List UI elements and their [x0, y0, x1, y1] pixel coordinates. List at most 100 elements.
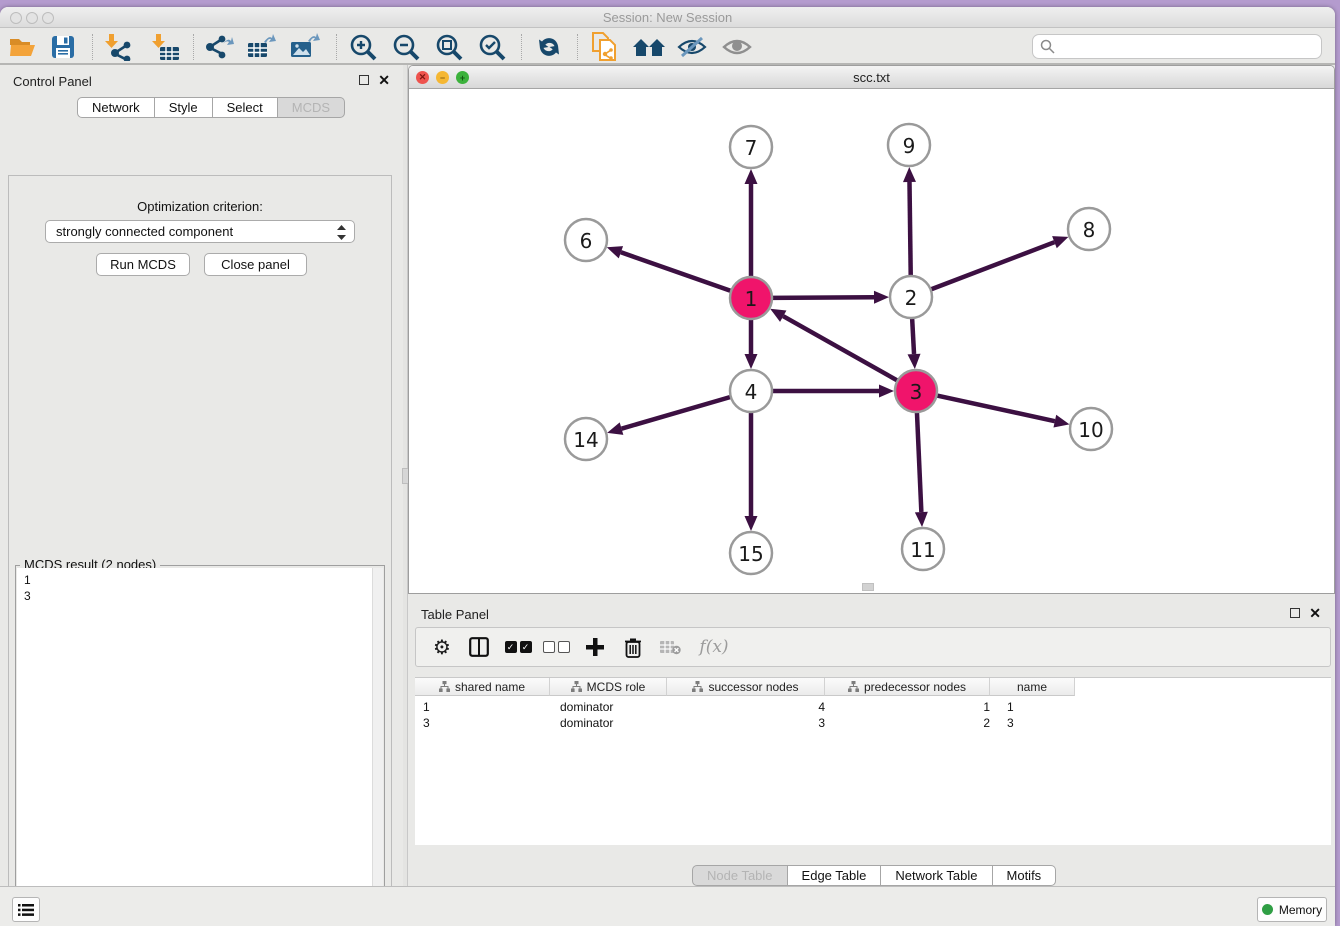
network-canvas[interactable]: 7968124314101511: [409, 89, 1335, 594]
close-table-panel-icon[interactable]: ✕: [1309, 608, 1321, 618]
graph-node-label: 14: [573, 428, 598, 452]
graph-edge[interactable]: [909, 182, 910, 276]
column-header-successor-nodes[interactable]: successor nodes: [667, 678, 825, 696]
clone-network-button[interactable]: [588, 32, 622, 62]
run-mcds-button[interactable]: Run MCDS: [96, 253, 190, 276]
plus-icon: [585, 637, 605, 657]
graph-edge[interactable]: [772, 297, 874, 298]
home-view-button[interactable]: [632, 32, 666, 62]
graph-edge-arrowhead: [1052, 236, 1068, 248]
graph-edge[interactable]: [931, 242, 1055, 289]
tab-mcds[interactable]: MCDS: [278, 97, 345, 118]
canvas-resize-handle[interactable]: [862, 583, 874, 591]
zoom-fit-icon: [435, 33, 463, 61]
float-panel-icon[interactable]: [359, 75, 369, 85]
refresh-icon: [535, 34, 563, 60]
cell-successor-nodes: 3: [677, 716, 825, 730]
tab-node-table[interactable]: Node Table: [692, 865, 788, 886]
eye-slash-icon: [677, 35, 707, 59]
column-layout-button[interactable]: [463, 633, 495, 661]
tab-select[interactable]: Select: [213, 97, 278, 118]
graph-edge[interactable]: [622, 397, 731, 429]
import-network-button[interactable]: [102, 32, 136, 62]
hierarchy-icon: [571, 681, 582, 692]
select-all-columns-button[interactable]: ✓✓: [502, 633, 534, 661]
column-header-name[interactable]: name: [990, 678, 1075, 696]
toolbar-separator: [92, 34, 93, 60]
graph-edge-arrowhead: [915, 512, 928, 527]
column-label: successor nodes: [708, 680, 798, 694]
close-panel-icon[interactable]: ✕: [378, 75, 390, 85]
column-header-shared-name[interactable]: shared name: [415, 678, 550, 696]
float-table-panel-icon[interactable]: [1290, 608, 1300, 618]
close-panel-button[interactable]: Close panel: [204, 253, 307, 276]
deselect-all-columns-button[interactable]: [540, 633, 572, 661]
delete-table-button[interactable]: [654, 633, 686, 661]
export-table-button[interactable]: [245, 32, 279, 62]
zoom-fit-button[interactable]: [432, 32, 466, 62]
refresh-view-button[interactable]: [532, 32, 566, 62]
zoom-selected-button[interactable]: [475, 32, 509, 62]
export-network-button[interactable]: [202, 32, 236, 62]
table-row[interactable]: 1 dominator 4 1 1: [415, 699, 1085, 715]
table-row[interactable]: 3 dominator 3 2 3: [415, 715, 1085, 731]
table-settings-button[interactable]: ⚙: [426, 633, 458, 661]
graph-edge[interactable]: [912, 318, 914, 354]
result-scrollbar[interactable]: [372, 568, 383, 926]
task-history-button[interactable]: [12, 897, 40, 922]
trash-icon: [624, 637, 642, 658]
delete-column-button[interactable]: [617, 633, 649, 661]
column-header-mcds-role[interactable]: MCDS role: [550, 678, 667, 696]
export-image-icon: [290, 33, 320, 61]
tab-motifs[interactable]: Motifs: [993, 865, 1057, 886]
dropdown-stepper-icon: [337, 225, 346, 243]
cell-mcds-role: dominator: [560, 700, 613, 714]
network-graph[interactable]: 7968124314101511: [409, 89, 1335, 594]
graph-node-label: 2: [905, 286, 918, 310]
zoom-out-icon: [392, 33, 420, 61]
graph-edge[interactable]: [937, 395, 1055, 421]
table-panel: Table Panel ✕ ⚙ ✓✓ f(x): [408, 594, 1335, 886]
unchecked-box-icon: [543, 641, 555, 653]
add-column-button[interactable]: [579, 633, 611, 661]
graph-node-label: 4: [745, 380, 758, 404]
open-session-button[interactable]: [6, 32, 40, 62]
tab-style[interactable]: Style: [155, 97, 213, 118]
graph-edge[interactable]: [621, 252, 731, 291]
memory-button[interactable]: Memory: [1257, 897, 1327, 922]
tab-edge-table[interactable]: Edge Table: [788, 865, 882, 886]
hide-graphics-button[interactable]: [675, 32, 709, 62]
show-graphics-button[interactable]: [720, 32, 754, 62]
column-header-predecessor-nodes[interactable]: predecessor nodes: [825, 678, 990, 696]
criterion-dropdown[interactable]: strongly connected component: [45, 220, 355, 243]
table-panel-title: Table Panel: [421, 607, 489, 622]
graph-node-label: 1: [745, 287, 758, 311]
zoom-in-button[interactable]: [346, 32, 380, 62]
apply-function-button[interactable]: f(x): [694, 633, 734, 661]
column-label: MCDS role: [587, 680, 646, 694]
cell-successor-nodes: 4: [677, 700, 825, 714]
mcds-result-list[interactable]: 1 3: [17, 568, 383, 926]
save-session-button[interactable]: [46, 32, 80, 62]
toolbar-separator: [521, 34, 522, 60]
export-image-button[interactable]: [288, 32, 322, 62]
tab-network-table[interactable]: Network Table: [881, 865, 992, 886]
cell-shared-name: 1: [423, 700, 430, 714]
gear-icon: ⚙: [433, 635, 451, 659]
zoom-out-button[interactable]: [389, 32, 423, 62]
network-view-titlebar: ✕ − + scc.txt: [409, 66, 1334, 89]
tab-network[interactable]: Network: [77, 97, 155, 118]
cell-shared-name: 3: [423, 716, 430, 730]
main-window: Session: New Session: [0, 7, 1335, 926]
graph-edge[interactable]: [783, 316, 897, 381]
hierarchy-icon: [439, 681, 450, 692]
graph-node-label: 10: [1078, 418, 1103, 442]
graph-edge[interactable]: [917, 412, 921, 512]
import-table-button[interactable]: [149, 32, 183, 62]
export-table-icon: [247, 33, 277, 61]
control-panel-buttons: ✕: [359, 75, 390, 85]
cell-mcds-role: dominator: [560, 716, 613, 730]
graph-node-label: 11: [910, 538, 935, 562]
search-field[interactable]: [1032, 34, 1322, 59]
control-panel-title: Control Panel: [13, 74, 92, 89]
